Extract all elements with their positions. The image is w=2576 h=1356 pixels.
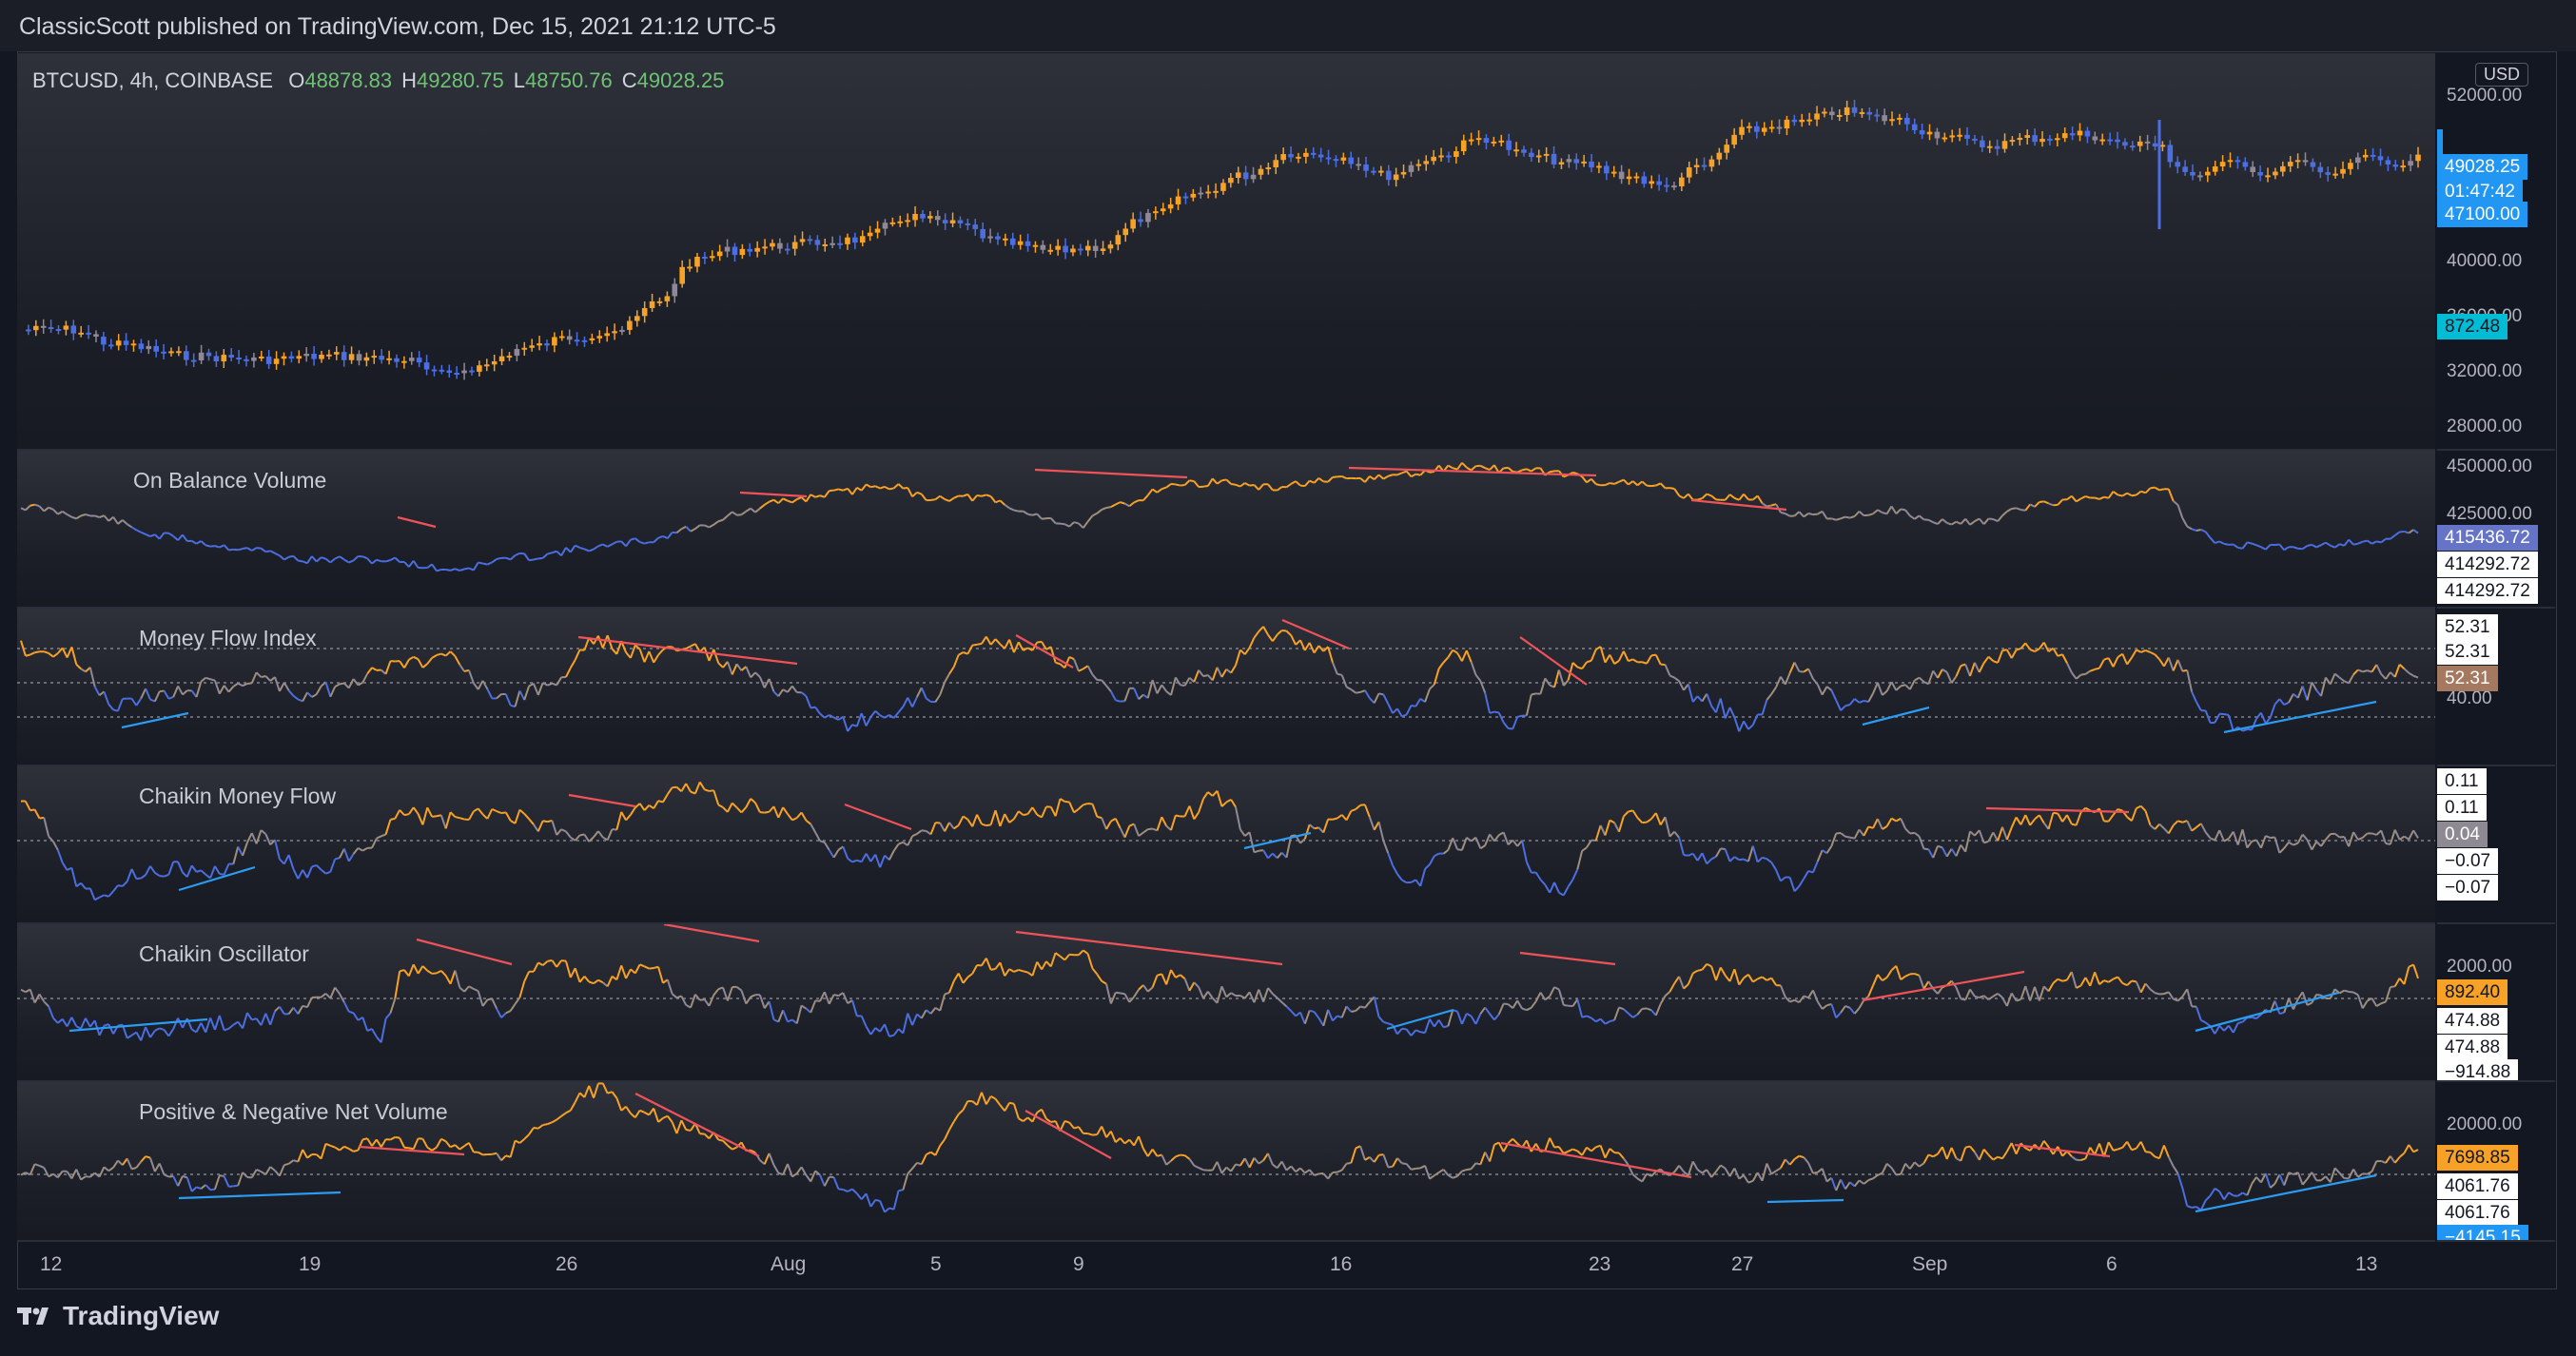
time-axis[interactable]: 12 19 26 Aug 5 9 16 23 27 Sep 6 13 xyxy=(17,1246,2435,1288)
price-pane[interactable]: BTCUSD, 4h, COINBASE O48878.83 H49280.75 L… xyxy=(17,53,2435,451)
mfi-value-tag: 52.31 xyxy=(2437,639,2498,665)
time-label: 16 xyxy=(1330,1253,1353,1275)
pnv-scale[interactable]: 20000.00 7698.85 4061.76 4061.76 −4145.15 xyxy=(2437,1082,2555,1242)
pnv-title: Positive & Negative Net Volume xyxy=(139,1099,448,1124)
time-label: 6 xyxy=(2106,1253,2117,1275)
time-label: 9 xyxy=(1073,1253,1084,1275)
time-label: 26 xyxy=(556,1253,578,1275)
cmf-value-tag: 0.04 xyxy=(2437,822,2488,847)
cmf-value-tag: 0.11 xyxy=(2437,768,2487,794)
mfi-scale[interactable]: 40.00 52.31 52.31 52.31 xyxy=(2437,609,2555,766)
tradingview-logo[interactable]: TradingView xyxy=(17,1301,219,1331)
low-value: 48750.76 xyxy=(525,68,613,92)
high-value: 49280.75 xyxy=(416,68,504,92)
obv-scale[interactable]: 450000.00 425000.00 415436.72 414292.72 4142… xyxy=(2437,451,2555,609)
symbol-tag: BTCUSD xyxy=(2437,129,2444,155)
time-label: Sep xyxy=(1912,1253,1948,1275)
currency-label[interactable]: USD xyxy=(2475,63,2529,87)
tradingview-icon xyxy=(17,1308,49,1325)
price-tick: 28000.00 xyxy=(2447,416,2523,436)
price-tick: 32000.00 xyxy=(2447,361,2523,381)
obv-pane[interactable]: On Balance Volume xyxy=(17,451,2435,609)
cho-value-tag: 474.88 xyxy=(2437,1008,2508,1034)
cmf-line xyxy=(17,781,2435,901)
close-value: 49028.25 xyxy=(636,68,725,92)
price-tag: 47100.00 xyxy=(2437,202,2528,227)
cmf-scale[interactable]: 0.11 0.11 0.04 −0.07 −0.07 xyxy=(2437,766,2555,924)
cho-tick: 2000.00 xyxy=(2447,957,2512,977)
obv-tick: 425000.00 xyxy=(2447,504,2532,524)
cho-value-tag: 474.88 xyxy=(2437,1035,2508,1060)
obv-value-tag: 415436.72 xyxy=(2437,525,2538,551)
time-label: 5 xyxy=(930,1253,942,1275)
publish-header: ClassicScott published on TradingView.co… xyxy=(0,0,2576,51)
mfi-pane[interactable]: Money Flow Index xyxy=(17,609,2435,766)
symbol-name: BTCUSD, 4h, COINBASE xyxy=(32,68,274,92)
cho-pane[interactable]: Chaikin Oscillator xyxy=(17,924,2435,1082)
cmf-title: Chaikin Money Flow xyxy=(139,784,337,808)
time-label: 13 xyxy=(2355,1253,2378,1275)
obv-line xyxy=(20,461,2419,572)
price-tag: 49028.25 xyxy=(2437,154,2528,180)
cho-line xyxy=(17,924,2435,1043)
obv-tick: 450000.00 xyxy=(2447,456,2532,476)
cmf-value-tag: −0.07 xyxy=(2437,875,2499,901)
pnv-pane[interactable]: Positive & Negative Net Volume xyxy=(17,1082,2435,1242)
time-label: 19 xyxy=(299,1253,322,1275)
cmf-pane[interactable]: Chaikin Money Flow xyxy=(17,766,2435,924)
time-label: Aug xyxy=(771,1253,807,1275)
obv-value-tag: 414292.72 xyxy=(2437,578,2538,604)
open-value: 48878.83 xyxy=(304,68,393,92)
pnv-value-tag: −4145.15 xyxy=(2437,1225,2528,1240)
cho-value-tag: −914.88 xyxy=(2437,1059,2519,1080)
price-candles xyxy=(26,99,2421,380)
pnv-value-tag: 7698.85 xyxy=(2437,1145,2518,1171)
price-tag: 01:47:42 xyxy=(2437,179,2523,204)
price-scale[interactable]: USD 52000.0040000.0036000.0032000.002800… xyxy=(2437,53,2555,451)
mfi-value-tag: 52.31 xyxy=(2437,614,2498,640)
cho-scale[interactable]: 2000.00 892.40 474.88 474.88 −914.88 xyxy=(2437,924,2555,1082)
cmf-value-tag: 0.11 xyxy=(2437,795,2487,821)
mfi-value-tag: 52.31 xyxy=(2437,666,2498,691)
time-label: 12 xyxy=(40,1253,63,1275)
cho-title: Chaikin Oscillator xyxy=(139,941,309,966)
pnv-tick: 20000.00 xyxy=(2447,1114,2523,1134)
obv-title: On Balance Volume xyxy=(133,468,327,493)
obv-value-tag: 414292.72 xyxy=(2437,552,2538,577)
price-tag: 872.48 xyxy=(2437,314,2508,339)
price-tick: 52000.00 xyxy=(2447,86,2523,106)
time-label: 23 xyxy=(1589,1253,1611,1275)
time-label: 27 xyxy=(1731,1253,1754,1275)
mfi-line xyxy=(17,618,2435,734)
mfi-tick: 40.00 xyxy=(2447,688,2492,708)
publisher-text: ClassicScott published on TradingView.co… xyxy=(19,13,776,40)
brand-text: TradingView xyxy=(63,1301,220,1330)
mfi-title: Money Flow Index xyxy=(139,626,317,650)
cho-value-tag: 892.40 xyxy=(2437,979,2508,1005)
pnv-value-tag: 4061.76 xyxy=(2437,1200,2518,1226)
pnv-value-tag: 4061.76 xyxy=(2437,1173,2518,1199)
price-tick: 40000.00 xyxy=(2447,251,2523,271)
cmf-value-tag: −0.07 xyxy=(2437,848,2499,874)
symbol-legend: BTCUSD, 4h, COINBASE O48878.83 H49280.75 L… xyxy=(32,68,725,92)
